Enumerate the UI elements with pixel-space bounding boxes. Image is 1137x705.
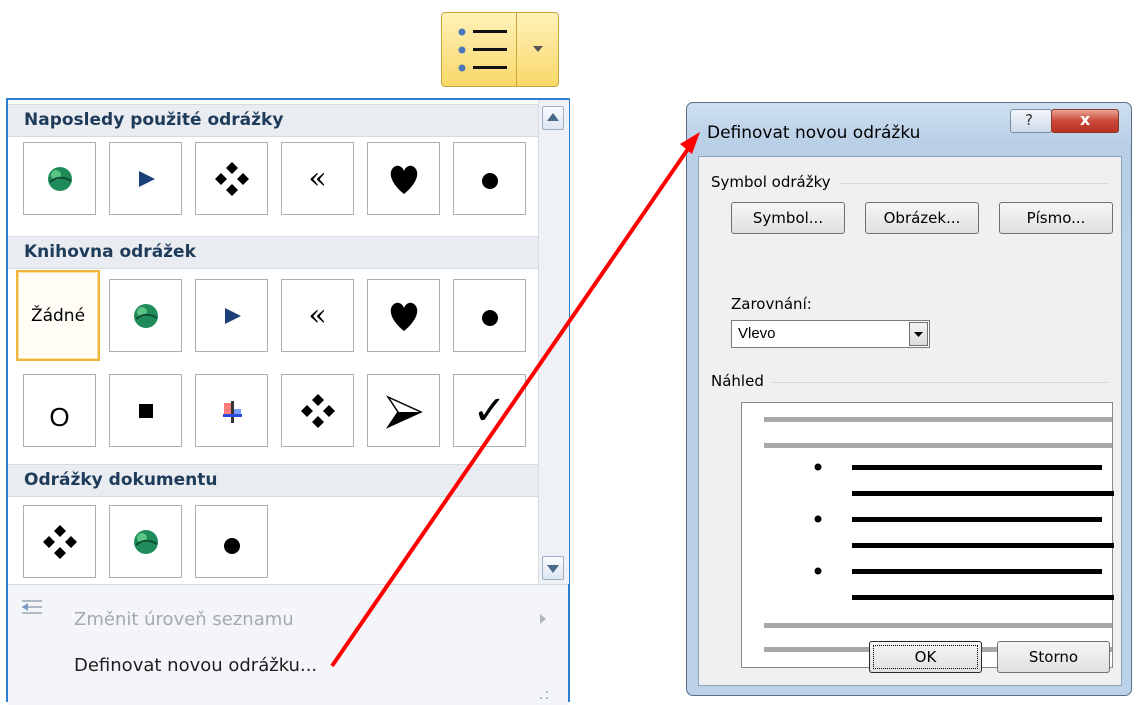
library-dot-bullet[interactable] xyxy=(453,279,526,352)
preview-bullet-icon xyxy=(814,463,822,471)
chevron-down-icon xyxy=(533,46,543,52)
recent-diamond-dots-bullet[interactable] xyxy=(195,142,268,215)
arrow-down-icon xyxy=(547,565,559,573)
section-recent-header: Naposledy použité odrážky xyxy=(8,104,538,137)
none-label: Žádné xyxy=(30,305,86,326)
library-arrow-bullet[interactable] xyxy=(195,279,268,352)
library-checkmark-bullet[interactable]: ✓ xyxy=(453,374,526,447)
square-icon xyxy=(138,403,153,418)
change-list-level-icon xyxy=(22,600,42,614)
picture-cross-icon xyxy=(222,400,242,423)
section-library-header: Knihovna odrážek xyxy=(8,236,538,269)
dot-icon xyxy=(481,172,498,189)
library-heart-bullet[interactable] xyxy=(367,279,440,352)
globe-icon xyxy=(47,166,72,191)
alignment-label: Zarovnání: xyxy=(731,295,812,313)
gallery-scrollbar[interactable] xyxy=(538,100,569,584)
arrowhead-icon xyxy=(385,394,423,429)
bullet-preview xyxy=(741,402,1114,668)
library-picture-bullet[interactable] xyxy=(195,374,268,447)
four-diamonds-icon xyxy=(42,524,77,559)
define-bullet-dialog: Definovat novou odrážku ? x Symbol odráž… xyxy=(686,102,1132,696)
library-square-bullet[interactable] xyxy=(109,374,182,447)
recent-globe-bullet[interactable] xyxy=(23,142,96,215)
library-arrowhead-bullet[interactable] xyxy=(367,374,440,447)
guillemet-icon: « xyxy=(308,161,327,196)
preview-bullet-icon xyxy=(814,567,822,575)
triangle-right-icon xyxy=(224,307,241,324)
bullets-button[interactable] xyxy=(441,12,559,87)
document-globe-bullet[interactable] xyxy=(109,505,182,578)
bullets-main-button[interactable] xyxy=(442,13,516,86)
ok-button[interactable]: OK xyxy=(869,641,982,673)
document-dot-bullet[interactable] xyxy=(195,505,268,578)
symbol-button[interactable]: Symbol... xyxy=(731,202,845,234)
menu-change-list-level[interactable]: Změnit úroveň seznamu xyxy=(74,609,294,630)
globe-icon xyxy=(133,529,158,554)
gallery-menu: Změnit úroveň seznamu Definovat novou od… xyxy=(8,584,568,705)
cancel-button[interactable]: Storno xyxy=(997,641,1110,673)
group-preview-label: Náhled xyxy=(711,372,764,390)
library-globe-bullet[interactable] xyxy=(109,279,182,352)
menu-define-new-bullet[interactable]: Definovat novou odrážku... xyxy=(74,655,317,676)
bullet-list-icon xyxy=(458,28,507,72)
dialog-title: Definovat novou odrážku xyxy=(707,123,921,143)
dot-icon xyxy=(481,309,498,326)
preview-bullet-icon xyxy=(814,515,822,523)
recent-guillemet-bullet[interactable]: « xyxy=(281,142,354,215)
arrow-up-icon xyxy=(547,113,559,121)
alignment-dropdown-button[interactable] xyxy=(909,322,928,346)
scroll-up-button[interactable] xyxy=(542,106,564,130)
recent-dot-bullet[interactable] xyxy=(453,142,526,215)
help-icon: ? xyxy=(1025,111,1033,129)
globe-icon xyxy=(133,303,158,328)
four-diamonds-icon xyxy=(300,393,335,428)
alignment-select[interactable]: Vlevo xyxy=(731,320,930,348)
font-button[interactable]: Písmo... xyxy=(999,202,1113,234)
triangle-right-icon xyxy=(138,170,155,187)
circle-icon: O xyxy=(49,402,70,432)
resize-grip-icon[interactable] xyxy=(538,689,550,701)
heart-icon xyxy=(390,302,417,331)
submenu-arrow-icon xyxy=(540,614,546,624)
chevron-down-icon xyxy=(914,332,923,337)
checkmark-icon: ✓ xyxy=(472,387,507,434)
help-button[interactable]: ? xyxy=(1010,109,1052,133)
alignment-value: Vlevo xyxy=(738,325,776,342)
dialog-body: Symbol odrážky Symbol... Obrázek... Písm… xyxy=(698,156,1122,686)
library-diamond-dots-bullet[interactable] xyxy=(281,374,354,447)
group-bullet-symbol-label: Symbol odrážky xyxy=(711,173,831,191)
dot-icon xyxy=(223,537,240,554)
recent-heart-bullet[interactable] xyxy=(367,142,440,215)
bullet-gallery: Naposledy použité odrážky « Knihovna odr… xyxy=(6,98,570,705)
four-diamonds-icon xyxy=(214,161,249,196)
library-circle-bullet[interactable]: O xyxy=(23,374,96,447)
document-diamond-dots-bullet[interactable] xyxy=(23,505,96,578)
recent-arrow-bullet[interactable] xyxy=(109,142,182,215)
library-none-bullet[interactable]: Žádné xyxy=(16,270,100,361)
close-button[interactable]: x xyxy=(1051,109,1119,133)
scroll-down-button[interactable] xyxy=(542,556,564,580)
heart-icon xyxy=(390,165,417,194)
section-document-header: Odrážky dokumentu xyxy=(8,464,538,497)
bullets-dropdown-button[interactable] xyxy=(517,13,558,86)
guillemet-icon: « xyxy=(308,298,327,333)
library-guillemet-bullet[interactable]: « xyxy=(281,279,354,352)
close-icon: x xyxy=(1080,110,1091,129)
picture-button[interactable]: Obrázek... xyxy=(865,202,979,234)
